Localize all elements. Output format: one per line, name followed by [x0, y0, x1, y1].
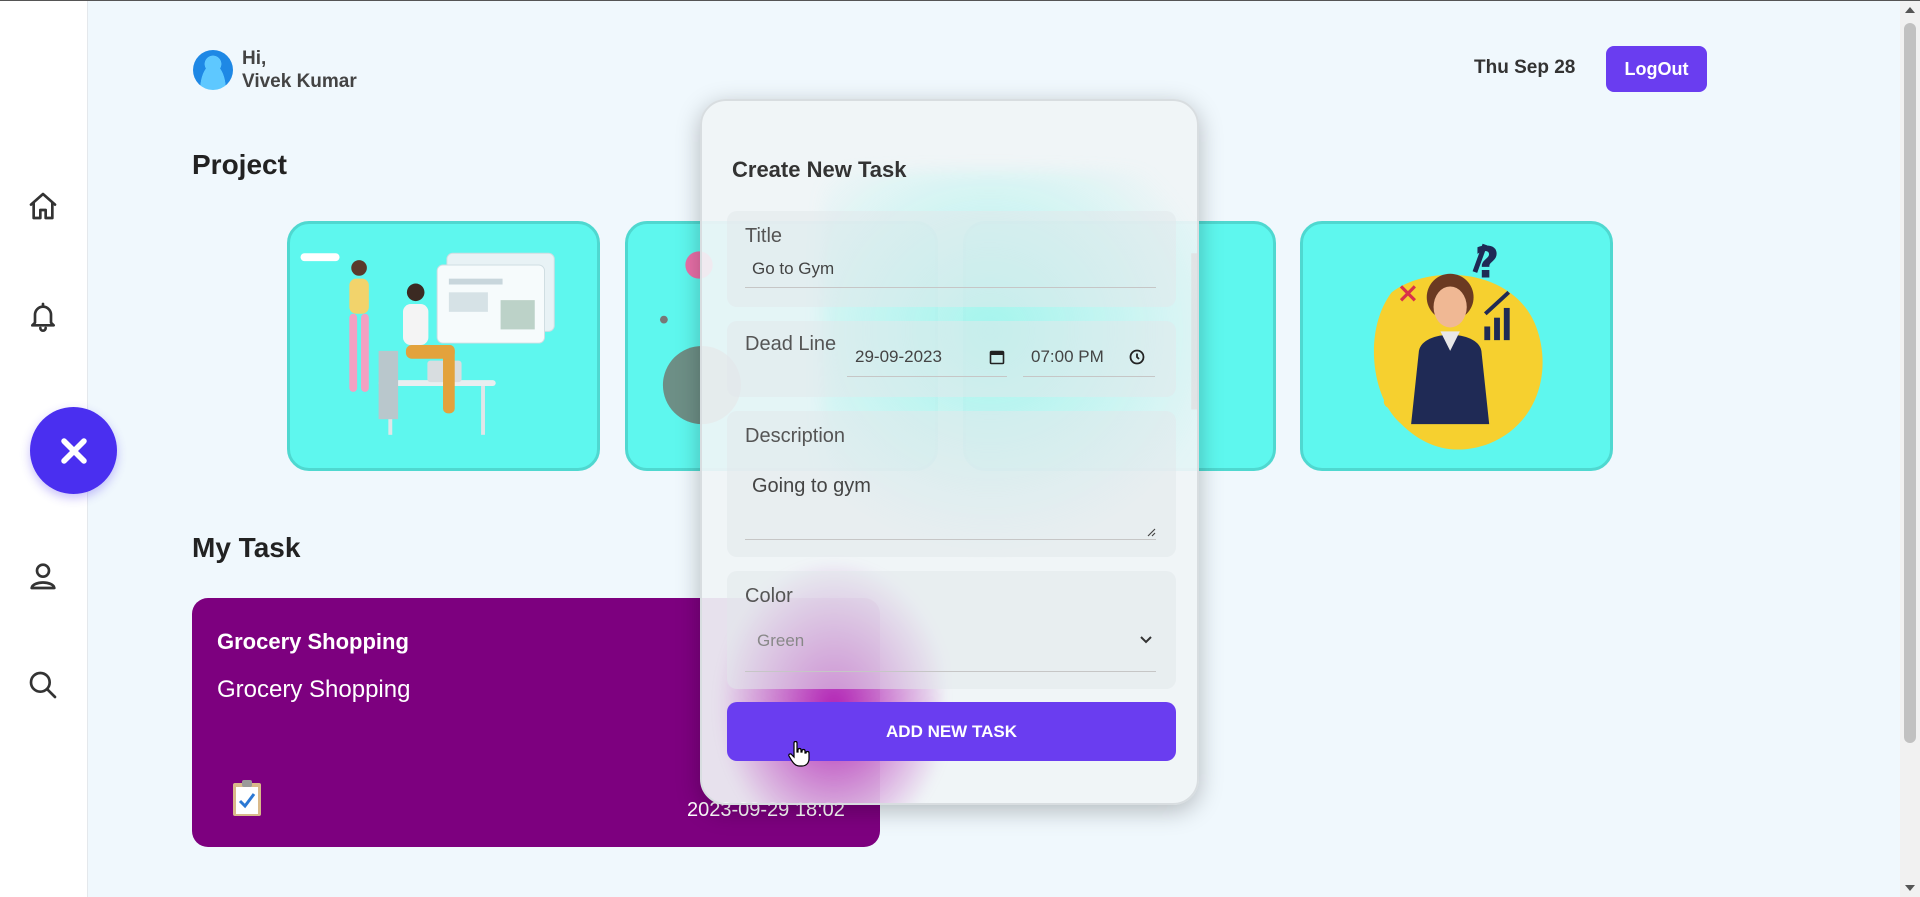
current-date: Thu Sep 28: [1474, 57, 1576, 78]
resize-handle-icon[interactable]: [1146, 527, 1156, 537]
title-input[interactable]: Go to Gym: [752, 259, 834, 279]
scrollbar[interactable]: [1900, 1, 1920, 897]
user-greeting: Hi, Vivek Kumar: [193, 47, 357, 93]
calendar-icon[interactable]: [989, 349, 1005, 365]
clock-icon[interactable]: [1129, 349, 1145, 365]
avatar: [193, 50, 233, 90]
date-input[interactable]: 29-09-2023: [855, 347, 942, 367]
close-icon: [60, 437, 87, 464]
project-card[interactable]: × ?: [1300, 221, 1613, 471]
modal-title: Create New Task: [732, 157, 907, 182]
time-input[interactable]: 07:00 PM: [1031, 347, 1104, 367]
scroll-thumb[interactable]: [1904, 23, 1916, 743]
greeting-text: Hi,: [242, 48, 267, 69]
title-field[interactable]: Title Go to Gym: [727, 211, 1176, 307]
deadline-field: Dead Line 29-09-2023 07:00 PM: [727, 321, 1176, 397]
create-task-modal: Create New Task Title Go to Gym Dead Lin…: [700, 99, 1199, 805]
chevron-down-icon[interactable]: [1139, 635, 1153, 645]
task-description: Grocery Shopping: [217, 676, 411, 703]
description-label: Description: [745, 425, 846, 447]
color-label: Color: [745, 585, 793, 607]
my-task-title: My Task: [192, 532, 301, 563]
deadline-label: Dead Line: [745, 333, 837, 355]
bell-icon[interactable]: [26, 299, 60, 333]
title-label: Title: [745, 225, 783, 247]
description-field[interactable]: Description Going to gym: [727, 411, 1176, 557]
project-title: Project: [192, 149, 287, 180]
project-card[interactable]: [287, 221, 600, 471]
user-icon[interactable]: [26, 559, 60, 593]
pointer-cursor-icon: [788, 741, 810, 767]
close-fab-button[interactable]: [30, 407, 117, 494]
scroll-down-arrow[interactable]: [1905, 885, 1915, 891]
scroll-up-arrow[interactable]: [1905, 7, 1915, 13]
people-working-illustration: [300, 252, 555, 435]
description-input[interactable]: Going to gym: [752, 475, 871, 498]
home-icon[interactable]: [26, 189, 60, 223]
logout-button[interactable]: LogOut: [1606, 46, 1707, 92]
clipboard-check-icon: [233, 780, 261, 816]
color-field[interactable]: Color Green: [727, 571, 1176, 689]
search-icon[interactable]: [26, 668, 60, 702]
user-name: Vivek Kumar: [242, 71, 357, 92]
color-select[interactable]: Green: [757, 631, 804, 651]
task-title: Grocery Shopping: [217, 629, 409, 654]
svg-text:×: ×: [1396, 278, 1419, 309]
thinking-woman-illustration: × ?: [1373, 239, 1543, 450]
